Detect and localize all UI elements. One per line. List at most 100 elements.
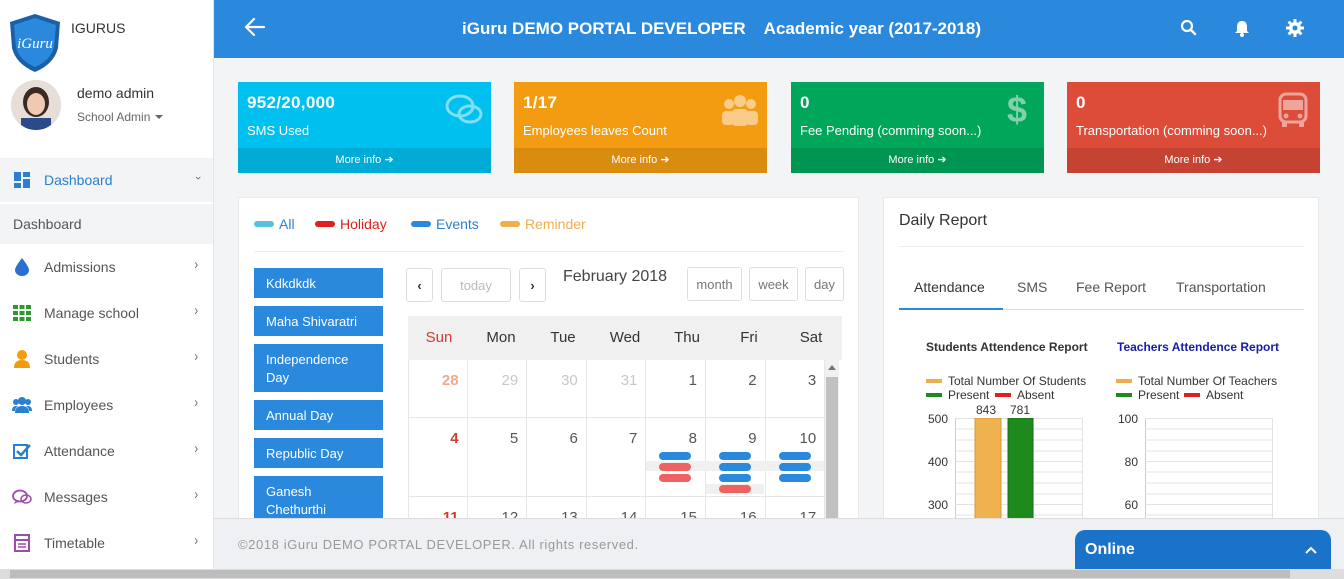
scroll-up-icon[interactable] <box>828 365 836 370</box>
legend-all[interactable]: All <box>254 216 295 232</box>
event-pill[interactable] <box>779 463 811 471</box>
back-arrow-icon[interactable] <box>244 16 266 38</box>
tab-sms[interactable]: SMS <box>1017 279 1047 295</box>
sidebar-item-attendance[interactable]: Attendance › <box>0 429 213 473</box>
chevron-left-icon: ‹ <box>417 277 422 293</box>
legend-holiday[interactable]: Holiday <box>315 216 387 232</box>
day-cell[interactable]: 7 <box>586 418 647 497</box>
legend-swatch <box>411 221 431 227</box>
day-cell[interactable]: 5 <box>467 418 528 497</box>
day-cell[interactable]: 4 <box>408 418 468 497</box>
day-cell[interactable]: 6 <box>527 418 587 497</box>
chevron-right-icon: › <box>194 487 198 503</box>
y-tick-label: 300 <box>927 498 948 512</box>
tab-transportation[interactable]: Transportation <box>1176 279 1266 295</box>
day-cell[interactable]: 28 <box>408 360 468 418</box>
legend-events[interactable]: Events <box>411 216 479 232</box>
sidebar-item-students[interactable]: Students › <box>0 337 213 381</box>
user-icon <box>12 350 32 368</box>
checkbox-icon <box>12 442 32 460</box>
sidebar-item-admissions[interactable]: Admissions › <box>0 245 213 289</box>
chevron-right-icon: › <box>194 349 198 365</box>
day-cell[interactable]: 29 <box>467 360 528 418</box>
event-item[interactable]: Ganesh Chethurthi <box>254 476 383 520</box>
horizontal-scrollbar[interactable] <box>0 569 1344 579</box>
event-pill[interactable] <box>779 474 811 482</box>
event-pill[interactable] <box>719 474 751 482</box>
students-chart <box>955 418 1083 519</box>
holiday-pill[interactable] <box>659 474 691 482</box>
more-info-link[interactable]: More info ➔ <box>1067 148 1320 173</box>
legend-swatch <box>926 393 942 397</box>
holiday-pill[interactable] <box>659 463 691 471</box>
day-cell[interactable]: 17 <box>766 497 825 520</box>
teachers-report-title: Teachers Attendence Report <box>1117 340 1280 354</box>
avatar[interactable] <box>11 80 61 130</box>
legend-label: Events <box>436 216 479 232</box>
sidebar-item-label: Dashboard <box>44 172 113 188</box>
legend-label: Reminder <box>525 216 586 232</box>
month-view-button[interactable]: month <box>687 267 742 301</box>
prev-button[interactable]: ‹ <box>406 268 433 302</box>
day-cell[interactable]: 1 <box>646 360 706 418</box>
event-pill[interactable] <box>779 452 811 460</box>
gear-icon[interactable] <box>1286 19 1304 37</box>
legend-reminder[interactable]: Reminder <box>500 216 586 232</box>
user-role-dropdown[interactable]: School Admin <box>77 110 164 124</box>
search-icon[interactable] <box>1180 19 1198 37</box>
day-cell[interactable]: 13 <box>527 497 587 520</box>
sidebar-item-timetable[interactable]: Timetable › <box>0 521 213 565</box>
next-button[interactable]: › <box>519 268 546 302</box>
today-button[interactable]: today <box>441 268 511 302</box>
legend-label: Absent <box>1017 388 1055 402</box>
event-pill[interactable] <box>719 452 751 460</box>
dollar-icon: $ <box>1006 89 1028 130</box>
more-info-link[interactable]: More info ➔ <box>791 148 1044 173</box>
event-pill[interactable] <box>719 463 751 471</box>
week-view-button[interactable]: week <box>749 267 798 301</box>
tab-fee-report[interactable]: Fee Report <box>1076 279 1146 295</box>
event-item[interactable]: Independence Day <box>254 344 383 392</box>
event-pill[interactable] <box>659 452 691 460</box>
day-cell[interactable]: 30 <box>527 360 587 418</box>
chevron-right-icon: › <box>194 533 198 549</box>
legend-label: All <box>279 216 295 232</box>
event-item[interactable]: Annual Day <box>254 400 383 430</box>
event-item[interactable]: Maha Shivaratri <box>254 306 383 336</box>
holiday-pill[interactable] <box>719 485 751 493</box>
scroll-thumb[interactable] <box>10 570 1290 578</box>
day-cell[interactable]: 12 <box>468 497 528 520</box>
bell-icon[interactable] <box>1233 19 1251 37</box>
sidebar-item-messages[interactable]: Messages › <box>0 475 213 519</box>
more-info-link[interactable]: More info ➔ <box>238 148 491 173</box>
tab-attendance[interactable]: Attendance <box>914 279 985 295</box>
sidebar-item-dashboard[interactable]: Dashboard › <box>0 158 213 202</box>
weekday-label: Sat <box>799 329 823 346</box>
day-view-button[interactable]: day <box>805 267 844 301</box>
brand-name: IGURUS <box>71 20 126 36</box>
sidebar-item-manage-school[interactable]: Manage school › <box>0 291 213 335</box>
y-tick-label: 80 <box>1124 455 1138 469</box>
day-cell[interactable]: 15 <box>646 497 706 520</box>
day-cell[interactable]: 14 <box>587 497 647 520</box>
chevron-up-icon[interactable] <box>1305 546 1317 554</box>
sidebar: iGuru IGURUS demo admin School Admin Das… <box>0 0 214 569</box>
sidebar-item-label: Timetable <box>44 535 105 551</box>
sidebar-item-employees[interactable]: Employees › <box>0 383 213 427</box>
day-cell[interactable]: 3 <box>765 360 825 418</box>
day-cell[interactable]: 16 <box>706 497 766 520</box>
sidebar-item-label: Employees <box>44 397 114 413</box>
event-item[interactable]: Kdkdkdk <box>254 268 383 298</box>
chevron-down-icon: › <box>192 176 205 180</box>
legend-swatch <box>1116 393 1132 397</box>
event-item[interactable]: Republic Day <box>254 438 383 468</box>
day-cell[interactable]: 2 <box>706 360 766 418</box>
calendar-scrollbar[interactable] <box>825 360 839 520</box>
weekday-label: Tue <box>550 329 576 346</box>
scroll-thumb[interactable] <box>826 377 838 520</box>
more-info-link[interactable]: More info ➔ <box>514 148 767 173</box>
sidebar-subitem-dashboard[interactable]: Dashboard <box>0 204 213 244</box>
day-cell[interactable]: 11 <box>408 497 468 520</box>
day-cell[interactable]: 31 <box>586 360 647 418</box>
card-value: 0 <box>800 93 810 112</box>
